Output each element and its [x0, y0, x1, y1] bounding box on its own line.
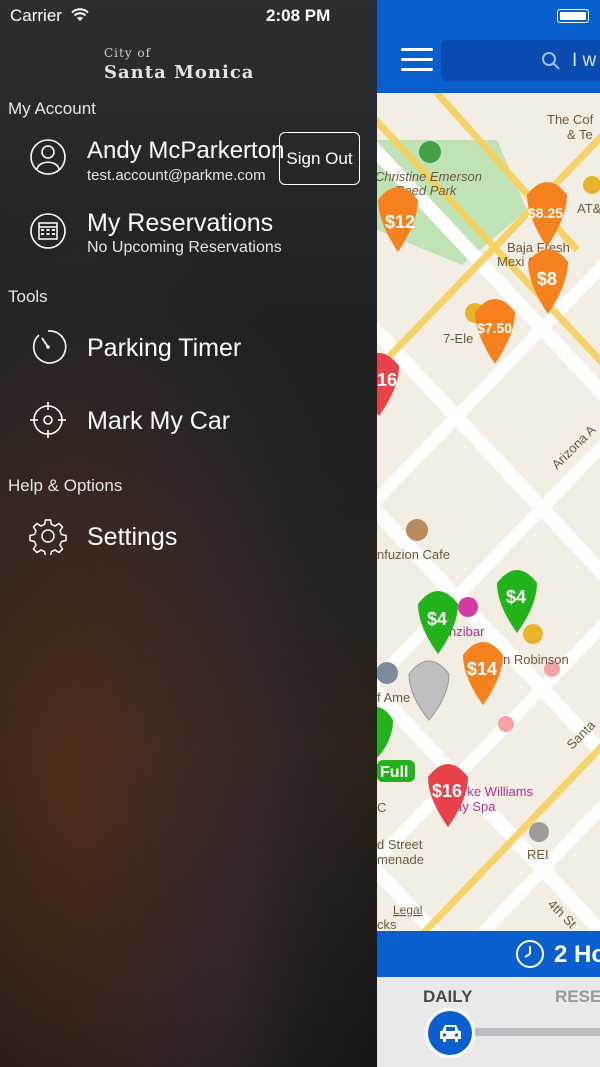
- svg-text:Legal: Legal: [393, 903, 422, 917]
- svg-text:$16: $16: [432, 781, 462, 801]
- svg-text:d Street: d Street: [377, 837, 423, 852]
- wifi-icon: [71, 8, 89, 21]
- svg-text:$12: $12: [385, 212, 415, 232]
- parking-timer-row[interactable]: Parking Timer: [0, 326, 377, 370]
- svg-text:$14: $14: [467, 659, 497, 679]
- timer-icon: [32, 330, 67, 364]
- duration-bar[interactable]: 2 Ho: [377, 931, 600, 977]
- clock: 2:08 PM: [266, 6, 331, 25]
- mark-my-car-label: Mark My Car: [87, 407, 231, 435]
- section-tools: Tools: [8, 287, 48, 306]
- svg-text:Christine Emerson: Christine Emerson: [377, 169, 482, 184]
- settings-row[interactable]: Settings: [0, 515, 377, 559]
- svg-text:Full: Full: [380, 764, 408, 781]
- svg-text:$8: $8: [537, 269, 557, 289]
- status-bar: Carrier 2:08 PM: [0, 0, 377, 32]
- user-icon: [30, 139, 66, 175]
- sign-out-button[interactable]: Sign Out: [279, 132, 360, 185]
- slider-handle[interactable]: [425, 1008, 475, 1058]
- svg-text:rke Williams: rke Williams: [463, 784, 534, 799]
- duration-label: 2 Ho: [554, 941, 600, 968]
- svg-text:REI: REI: [527, 847, 549, 862]
- svg-text:nfuzion Cafe: nfuzion Cafe: [377, 547, 450, 562]
- svg-text:AT&: AT&: [577, 201, 600, 216]
- map-canvas[interactable]: The Cof & Te Christine Emerson Reed Park…: [377, 0, 600, 1067]
- carrier-label: Carrier: [10, 6, 62, 25]
- settings-label: Settings: [87, 523, 178, 551]
- logo-santa-monica: Santa Monica: [104, 62, 255, 83]
- clock-icon: [516, 940, 544, 968]
- full-badge: Full: [377, 760, 415, 782]
- crosshair-icon: [30, 402, 66, 438]
- menu-icon[interactable]: [401, 48, 433, 78]
- section-my-account: My Account: [8, 99, 96, 118]
- reservations-row[interactable]: My Reservations No Upcoming Reservations: [0, 206, 377, 261]
- svg-text:$7.50: $7.50: [477, 320, 512, 336]
- rate-type-tabs: DAILY RESE: [377, 977, 600, 1067]
- battery-icon: [557, 9, 589, 23]
- calendar-icon: [30, 213, 66, 249]
- svg-text:$4: $4: [506, 587, 526, 607]
- search-text: I w: [572, 50, 597, 71]
- tab-reserve[interactable]: RESE: [555, 987, 600, 1007]
- side-drawer: Carrier 2:08 PM City of Santa Monica My …: [0, 0, 377, 1067]
- svg-text:C: C: [377, 800, 386, 815]
- svg-text:$8.25: $8.25: [528, 205, 563, 221]
- car-icon: [440, 1025, 461, 1042]
- svg-text:& Te: & Te: [567, 127, 593, 142]
- map-top-bar: I w: [377, 0, 600, 93]
- parking-timer-label: Parking Timer: [87, 334, 242, 362]
- svg-text:The Cof: The Cof: [547, 112, 594, 127]
- svg-text:f Ame: f Ame: [377, 690, 410, 705]
- search-field[interactable]: I w: [441, 40, 600, 81]
- svg-text:16: 16: [377, 370, 397, 390]
- svg-text:menade: menade: [377, 852, 424, 867]
- gear-icon: [29, 519, 67, 555]
- tab-daily[interactable]: DAILY: [423, 987, 472, 1007]
- mark-my-car-row[interactable]: Mark My Car: [0, 399, 377, 443]
- logo-city-of: City of: [104, 46, 152, 60]
- account-name: Andy McParkerton: [87, 137, 285, 164]
- section-help-options: Help & Options: [8, 476, 123, 495]
- svg-text:nzibar: nzibar: [449, 624, 485, 639]
- account-email: test.account@parkme.com: [87, 167, 266, 184]
- map-panel[interactable]: The Cof & Te Christine Emerson Reed Park…: [377, 0, 600, 1067]
- svg-text:7-Ele: 7-Ele: [443, 331, 473, 346]
- svg-text:n Robinson: n Robinson: [503, 652, 569, 667]
- svg-text:cks: cks: [377, 917, 397, 932]
- reservations-subtitle: No Upcoming Reservations: [87, 239, 282, 256]
- svg-text:$4: $4: [427, 609, 447, 629]
- search-icon: [542, 52, 560, 70]
- reservations-title: My Reservations: [87, 209, 274, 237]
